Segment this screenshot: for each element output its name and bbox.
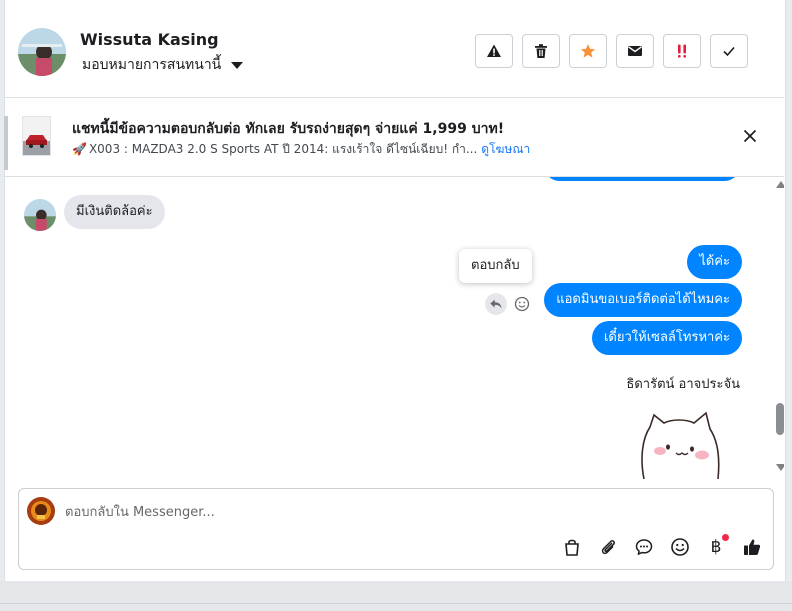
paperclip-icon (601, 540, 615, 555)
page-avatar (27, 497, 55, 525)
outgoing-message[interactable]: เดี๋ยวให้เซลล์โทรหาค่ะ (591, 321, 742, 355)
window-bottom-bar (0, 581, 792, 611)
attach-button[interactable] (597, 536, 619, 558)
outgoing-message[interactable]: ได้ค่ะ (687, 245, 742, 279)
chat-scrollbar[interactable] (775, 177, 784, 479)
assign-label: มอบหมายการสนทนานี้ (82, 57, 222, 73)
divider (4, 116, 8, 170)
view-ad-link[interactable]: ดูโฆษณา (481, 142, 530, 156)
warning-button[interactable] (475, 34, 513, 68)
message-composer: ฿ (18, 488, 774, 570)
shopping-bag-icon (565, 539, 579, 556)
contact-avatar[interactable] (18, 28, 66, 76)
ad-title: แชทนี้มีข้อความตอบกลับต่อ ทักเลย รับรถง่… (72, 121, 505, 137)
done-button[interactable] (710, 34, 748, 68)
reply-tooltip: ตอบกลับ (459, 249, 532, 283)
emoji-button[interactable] (669, 536, 691, 558)
warning-icon (487, 44, 501, 57)
react-emoji-icon[interactable] (512, 294, 532, 314)
star-icon (581, 44, 595, 58)
incoming-message[interactable]: มีเงินติดล้อค่ะ (64, 195, 165, 229)
delete-button[interactable] (522, 34, 560, 68)
mail-button[interactable] (616, 34, 654, 68)
saved-replies-button[interactable] (633, 536, 655, 558)
payment-button[interactable]: ฿ (705, 534, 729, 558)
assign-conversation-dropdown[interactable]: มอบหมายการสนทนานี้ (82, 54, 244, 76)
ad-description: X003 : MAZDA3 2.0 S Sports AT ปี 2014: แ… (88, 142, 478, 156)
contact-name[interactable]: Wissuta Kasing (80, 30, 219, 49)
reply-input[interactable] (65, 501, 665, 523)
composer-toolbar: ฿ (561, 534, 763, 558)
close-icon[interactable] (742, 128, 758, 144)
thumbs-up-icon (744, 539, 761, 555)
check-icon (723, 46, 735, 57)
star-button[interactable] (569, 34, 607, 68)
smiley-icon (671, 538, 689, 556)
scroll-down-arrow-icon[interactable] (776, 464, 784, 471)
sender-name: ธิดารัตน์ อาจประจัน (626, 377, 740, 392)
spam-button[interactable] (663, 34, 701, 68)
outgoing-message[interactable]: แอดมินขอเบอร์ติดต่อได้ไหมคะ (544, 283, 742, 317)
baht-icon: ฿ (710, 537, 722, 557)
chat-bubble-icon (635, 539, 653, 556)
scroll-up-arrow-icon[interactable] (776, 181, 784, 188)
message-thread[interactable]: มีเงินติดล้อค่ะ ตอบกลับ ได้ค่ะ แอดมินขอเ… (4, 177, 784, 479)
notification-dot (722, 534, 729, 541)
header-actions (475, 34, 748, 68)
cat-sticker[interactable] (636, 409, 726, 479)
ad-subtitle: 🚀 X003 : MAZDA3 2.0 S Sports AT ปี 2014: … (72, 140, 530, 159)
double-exclamation-icon (678, 44, 686, 58)
ad-thumbnail[interactable] (22, 116, 51, 156)
rocket-icon: 🚀 (72, 142, 87, 156)
envelope-icon (628, 46, 642, 56)
conversation-header: Wissuta Kasing มอบหมายการสนทนานี้ (4, 9, 784, 98)
caret-down-icon (231, 61, 244, 69)
contact-avatar-small[interactable] (24, 199, 56, 231)
shopping-bag-button[interactable] (561, 536, 583, 558)
ad-context-banner[interactable]: แชทนี้มีข้อความตอบกลับต่อ ทักเลย รับรถง่… (4, 98, 784, 177)
reply-icon[interactable] (485, 293, 507, 315)
previous-outgoing-bubble (545, 177, 739, 181)
scrollbar-thumb[interactable] (776, 403, 784, 435)
trash-icon (535, 44, 547, 58)
like-button[interactable] (741, 536, 763, 558)
